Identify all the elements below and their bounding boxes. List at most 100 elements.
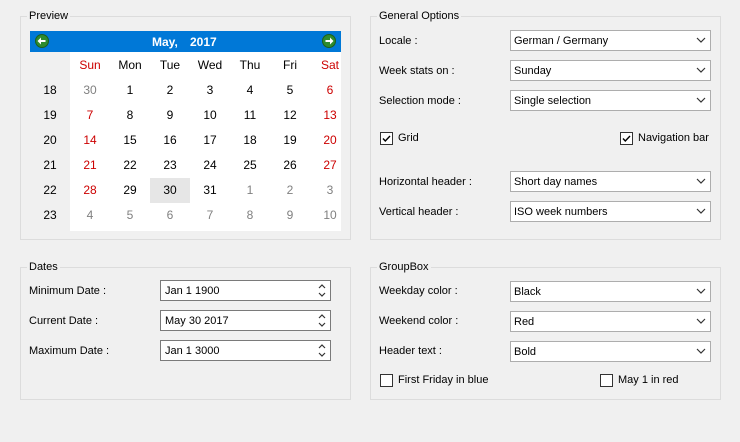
calendar-day[interactable]: 5 bbox=[270, 78, 310, 103]
calendar-day[interactable]: 10 bbox=[190, 103, 230, 128]
weekday-header: Wed bbox=[197, 58, 223, 72]
selection-mode-value: Single selection bbox=[514, 95, 592, 107]
general-options-title: General Options bbox=[377, 10, 462, 23]
calendar-day[interactable]: 17 bbox=[190, 128, 230, 153]
calendar-day[interactable]: 13 bbox=[310, 103, 350, 128]
calendar-day[interactable]: 30 bbox=[150, 178, 190, 203]
may-1-checkbox[interactable]: May 1 in red bbox=[600, 374, 680, 388]
horizontal-header-label: Horizontal header : bbox=[379, 176, 472, 188]
calendar-day[interactable]: 16 bbox=[150, 128, 190, 153]
calendar-day[interactable]: 5 bbox=[110, 203, 150, 228]
calendar-day[interactable]: 22 bbox=[110, 153, 150, 178]
vertical-header-label: Vertical header : bbox=[379, 206, 459, 218]
calendar-day[interactable]: 3 bbox=[190, 78, 230, 103]
weekday-header: Sat bbox=[320, 58, 339, 72]
horizontal-header-combo[interactable]: Short day names bbox=[510, 171, 711, 192]
checkbox-box[interactable] bbox=[620, 132, 633, 145]
current-date-edit[interactable]: May 30 2017 bbox=[160, 310, 331, 331]
calendar-day[interactable]: 2 bbox=[150, 78, 190, 103]
calendar-day[interactable]: 4 bbox=[70, 203, 110, 228]
checkbox-box[interactable] bbox=[380, 132, 393, 145]
spin-up-icon[interactable] bbox=[317, 342, 327, 350]
week-start-combo[interactable]: Sunday bbox=[510, 60, 711, 81]
spin-buttons bbox=[317, 342, 327, 359]
next-month-icon[interactable] bbox=[322, 34, 336, 48]
maximum-date-label: Maximum Date : bbox=[29, 345, 110, 357]
calendar-day[interactable]: 8 bbox=[230, 203, 270, 228]
week-number: 21 bbox=[43, 158, 57, 172]
minimum-date-edit[interactable]: Jan 1 1900 bbox=[160, 280, 331, 301]
weekend-color-combo[interactable]: Red bbox=[510, 311, 711, 332]
groupbox-title: GroupBox bbox=[377, 261, 431, 274]
calendar-day[interactable]: 25 bbox=[230, 153, 270, 178]
calendar-year-button[interactable]: 2017 bbox=[190, 35, 217, 49]
header-text-label: Header text : bbox=[379, 345, 442, 357]
selection-mode-combo[interactable]: Single selection bbox=[510, 90, 711, 111]
calendar-day[interactable]: 15 bbox=[110, 128, 150, 153]
calendar-day[interactable]: 24 bbox=[190, 153, 230, 178]
locale-combo[interactable]: German / Germany bbox=[510, 30, 711, 51]
chevron-down-icon bbox=[696, 208, 706, 214]
weekday-color-combo[interactable]: Black bbox=[510, 281, 711, 302]
weekday-header: Mon bbox=[118, 58, 142, 72]
calendar-day[interactable]: 7 bbox=[190, 203, 230, 228]
calendar-day[interactable]: 23 bbox=[150, 153, 190, 178]
weekday-header: Thu bbox=[239, 58, 261, 72]
header-text-combo[interactable]: Bold bbox=[510, 341, 711, 362]
calendar-day[interactable]: 4 bbox=[230, 78, 270, 103]
checkbox-box[interactable] bbox=[600, 374, 613, 387]
vertical-header-combo[interactable]: ISO week numbers bbox=[510, 201, 711, 222]
spin-up-icon[interactable] bbox=[317, 312, 327, 320]
calendar-day[interactable]: 27 bbox=[310, 153, 350, 178]
calendar-day[interactable]: 19 bbox=[270, 128, 310, 153]
calendar-day[interactable]: 6 bbox=[150, 203, 190, 228]
week-start-label: Week stats on : bbox=[379, 65, 455, 77]
spin-down-icon[interactable] bbox=[317, 351, 327, 359]
spin-down-icon[interactable] bbox=[317, 321, 327, 329]
calendar-day[interactable]: 11 bbox=[230, 103, 270, 128]
minimum-date-label: Minimum Date : bbox=[29, 285, 107, 297]
first-friday-checkbox[interactable]: First Friday in blue bbox=[380, 374, 490, 388]
calendar-day[interactable]: 12 bbox=[270, 103, 310, 128]
week-number: 23 bbox=[43, 208, 57, 222]
calendar-day[interactable]: 3 bbox=[310, 178, 350, 203]
weekday-color-label: Weekday color : bbox=[379, 285, 458, 297]
calendar-day[interactable]: 28 bbox=[70, 178, 110, 203]
calendar-day[interactable]: 26 bbox=[270, 153, 310, 178]
checkbox-box[interactable] bbox=[380, 374, 393, 387]
chevron-down-icon bbox=[696, 318, 706, 324]
spin-up-icon[interactable] bbox=[317, 282, 327, 290]
preview-title: Preview bbox=[27, 10, 71, 23]
grid-checkbox-label: Grid bbox=[398, 132, 419, 144]
previous-month-icon[interactable] bbox=[35, 34, 49, 48]
week-number-column: 18 19 20 21 22 23 bbox=[30, 52, 70, 231]
chevron-down-icon bbox=[696, 37, 706, 43]
calendar-day[interactable]: 21 bbox=[70, 153, 110, 178]
calendar-day[interactable]: 18 bbox=[230, 128, 270, 153]
calendar-day[interactable]: 10 bbox=[310, 203, 350, 228]
locale-value: German / Germany bbox=[514, 35, 609, 47]
calendar-day[interactable]: 2 bbox=[270, 178, 310, 203]
calendar-day[interactable]: 31 bbox=[190, 178, 230, 203]
spin-down-icon[interactable] bbox=[317, 291, 327, 299]
calendar-day[interactable]: 1 bbox=[110, 78, 150, 103]
calendar-day[interactable]: 29 bbox=[110, 178, 150, 203]
navigation-bar-checkbox[interactable]: Navigation bar bbox=[620, 132, 715, 146]
calendar-month-button[interactable]: May, bbox=[152, 35, 178, 49]
current-date-label: Current Date : bbox=[29, 315, 99, 327]
calendar-day[interactable]: 14 bbox=[70, 128, 110, 153]
calendar-day[interactable]: 7 bbox=[70, 103, 110, 128]
calendar-day[interactable]: 1 bbox=[230, 178, 270, 203]
calendar-day[interactable]: 6 bbox=[310, 78, 350, 103]
calendar-widget[interactable]: May, 2017 18 19 20 21 22 23 Sun Mon Tue Wed Thu Fr… bbox=[30, 31, 341, 231]
checkmark-icon bbox=[622, 135, 631, 143]
calendar-day[interactable]: 9 bbox=[270, 203, 310, 228]
chevron-down-icon bbox=[696, 348, 706, 354]
grid-checkbox[interactable]: Grid bbox=[380, 132, 440, 146]
calendar-day[interactable]: 8 bbox=[110, 103, 150, 128]
week-number: 18 bbox=[43, 83, 57, 97]
calendar-day[interactable]: 9 bbox=[150, 103, 190, 128]
maximum-date-edit[interactable]: Jan 1 3000 bbox=[160, 340, 331, 361]
calendar-day[interactable]: 30 bbox=[70, 78, 110, 103]
calendar-day[interactable]: 20 bbox=[310, 128, 350, 153]
